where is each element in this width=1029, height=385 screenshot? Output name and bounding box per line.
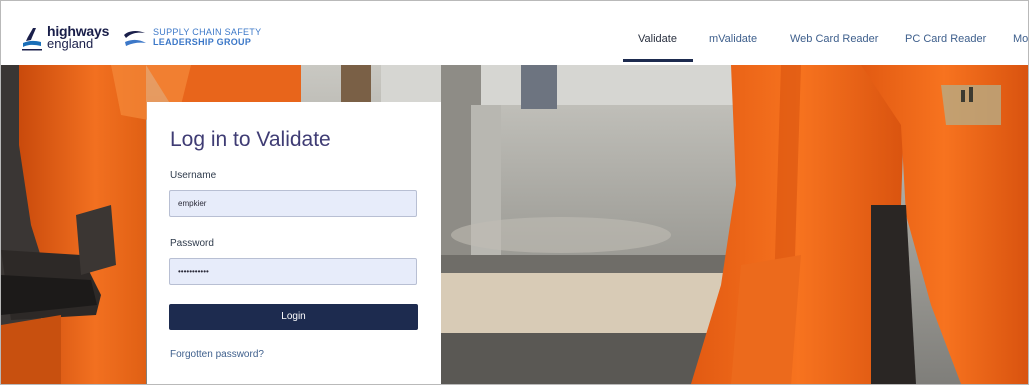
password-input[interactable]: •••••••••••: [169, 258, 417, 285]
login-title: Log in to Validate: [170, 128, 331, 151]
nav-item-more[interactable]: Mo: [1013, 33, 1028, 45]
login-button[interactable]: Login: [169, 304, 418, 330]
nav-item-web-card-reader[interactable]: Web Card Reader: [790, 33, 878, 45]
main-nav: Validate mValidate Web Card Reader PC Ca…: [621, 27, 1028, 65]
nav-active-indicator: [623, 59, 693, 62]
nav-item-mvalidate[interactable]: mValidate: [709, 33, 757, 45]
forgotten-password-link[interactable]: Forgotten password?: [170, 349, 264, 360]
password-label: Password: [170, 238, 214, 249]
username-label: Username: [170, 170, 217, 181]
supply-chain-swoosh-icon: [124, 30, 146, 46]
nav-item-validate[interactable]: Validate: [638, 33, 677, 45]
username-input[interactable]: empkier: [169, 190, 417, 217]
highways-england-emblem-icon: [22, 28, 42, 51]
logo-text-england: england: [47, 36, 94, 51]
browser-frame: highways england SUPPLY CHAIN SAFETY LEA…: [0, 0, 1029, 385]
site-header: highways england SUPPLY CHAIN SAFETY LEA…: [1, 1, 1028, 65]
logo-text-leadership-group: LEADERSHIP GROUP: [153, 37, 252, 47]
nav-item-pc-card-reader[interactable]: PC Card Reader: [905, 33, 986, 45]
logo-text-supply-chain-safety: SUPPLY CHAIN SAFETY: [153, 27, 262, 37]
login-card: Log in to Validate Username empkier Pass…: [147, 102, 441, 384]
